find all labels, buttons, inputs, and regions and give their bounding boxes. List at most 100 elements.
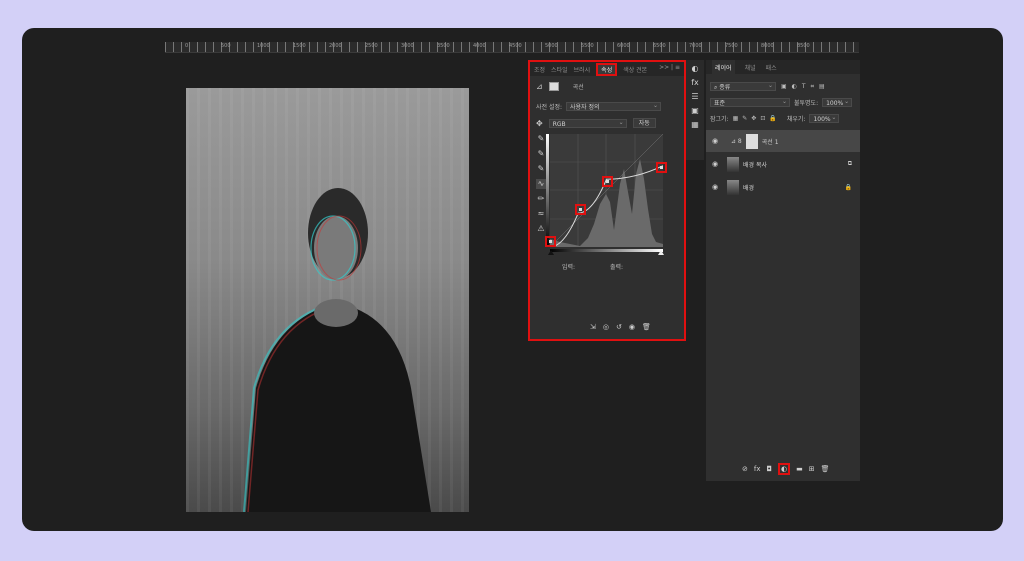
tab-layers[interactable]: 레이어: [712, 59, 735, 75]
ruler-tick-label: 6500: [653, 43, 666, 49]
layer-type-label: 곡선: [572, 84, 584, 91]
white-point-slider-icon[interactable]: [658, 250, 664, 255]
clipping-warning-icon[interactable]: ⚠: [536, 224, 546, 234]
ruler-tick-label: 3000: [401, 43, 414, 49]
curves-icon: ⊿: [536, 82, 543, 91]
curve-point-tool-icon[interactable]: ∿: [536, 179, 546, 189]
curves-graph[interactable]: [545, 133, 667, 248]
fx-icon[interactable]: fx: [754, 465, 761, 473]
ruler-tick-label: 500: [221, 43, 231, 49]
curve-point-3[interactable]: [656, 162, 667, 173]
fill-input[interactable]: 100%: [809, 113, 840, 123]
pencil-icon[interactable]: ✏: [536, 194, 546, 204]
tab-adjustments[interactable]: 조정: [534, 65, 545, 74]
visibility-icon[interactable]: ◉: [629, 323, 635, 331]
layer-thumbnail[interactable]: [727, 156, 739, 172]
ruler-tick-label: 3500: [437, 43, 450, 49]
tab-paths[interactable]: 패스: [766, 63, 777, 72]
portrait-photo: [243, 188, 431, 512]
fill-label: 채우기:: [786, 116, 806, 123]
new-layer-icon[interactable]: ⊞: [809, 465, 815, 473]
eyedropper-black-icon[interactable]: ✎: [536, 134, 546, 144]
add-mask-icon[interactable]: ◘: [766, 465, 772, 473]
visibility-eye-icon[interactable]: ◉: [709, 160, 721, 168]
view-previous-icon[interactable]: ◎: [603, 323, 609, 331]
new-adjustment-layer-icon[interactable]: ◐: [778, 463, 791, 475]
layer-row-bg-copy[interactable]: ◉ 배경 복사 ⧉: [706, 153, 860, 175]
curve-svg[interactable]: [549, 133, 664, 248]
filter-type-icon[interactable]: T: [802, 83, 806, 90]
ruler-tick-label: 1500: [293, 43, 306, 49]
lock-move-icon[interactable]: ✥: [751, 115, 756, 122]
sliders-icon[interactable]: ☰: [690, 92, 700, 102]
input-gradient: [550, 249, 663, 252]
delete-icon[interactable]: 🗑: [642, 323, 651, 331]
layer-thumbnail[interactable]: [727, 179, 739, 195]
eyedropper-white-icon[interactable]: ✎: [536, 164, 546, 174]
curve-point-0[interactable]: [545, 236, 556, 247]
filter-shape-icon[interactable]: ⌗: [811, 83, 814, 91]
lock-artboard-icon[interactable]: ⊡: [760, 115, 765, 122]
channel-select[interactable]: RGB: [548, 118, 627, 128]
properties-panel: 조정 스타일 브러시 속성 색상 견본 >> | ≡ ⊿ 곡선 사전 설정: 사…: [528, 60, 686, 341]
curve-tools: ✎ ✎ ✎ ∿ ✏ ≈ ⚠: [536, 134, 546, 239]
ruler-tick-label: 5500: [581, 43, 594, 49]
layer-row-background[interactable]: ◉ 배경 🔒: [706, 176, 860, 198]
grid-icon[interactable]: ▦: [690, 120, 700, 130]
curves-adjust-icon: ⊿ 8: [731, 137, 742, 145]
blend-mode-select[interactable]: 표준: [710, 97, 790, 107]
filter-adjust-icon[interactable]: ◐: [792, 83, 797, 90]
ruler-tick-label: 8000: [761, 43, 774, 49]
layer-row-curves[interactable]: ◉ ⊿ 8 곡선 1: [706, 130, 860, 152]
layer-name[interactable]: 배경 복사: [743, 160, 767, 169]
adjustments-icon[interactable]: ◐: [690, 64, 700, 74]
clip-to-layer-icon[interactable]: ⇲: [590, 323, 596, 331]
delete-layer-icon[interactable]: 🗑: [821, 465, 830, 473]
visibility-eye-icon[interactable]: ◉: [709, 137, 721, 145]
new-group-icon[interactable]: ▬: [796, 465, 803, 473]
filter-pixel-icon[interactable]: ▣: [781, 83, 787, 90]
black-point-slider-icon[interactable]: [548, 250, 554, 255]
layer-name[interactable]: 곡선 1: [762, 137, 779, 146]
layer-name[interactable]: 배경: [743, 183, 754, 192]
visibility-eye-icon[interactable]: ◉: [709, 183, 721, 191]
styles-fx-icon[interactable]: fx: [690, 78, 700, 88]
input-label: 입력:: [562, 264, 576, 271]
smooth-icon[interactable]: ≈: [536, 209, 546, 219]
lock-transparent-icon[interactable]: ▦: [733, 115, 739, 122]
ruler-tick-label: 7500: [725, 43, 738, 49]
eyedropper-gray-icon[interactable]: ✎: [536, 149, 546, 159]
kind-filter-select[interactable]: ⌕ 종류: [710, 81, 776, 91]
ruler-tick-label: 1000: [257, 43, 270, 49]
curve-point-1[interactable]: [575, 204, 586, 215]
tab-swatches[interactable]: 색상 견본: [623, 65, 647, 74]
preset-select[interactable]: 사용자 정의: [566, 101, 662, 111]
target-adjust-icon[interactable]: ✥: [536, 119, 543, 128]
link-layers-icon[interactable]: ⊘: [742, 465, 748, 473]
tab-properties[interactable]: 속성: [596, 62, 618, 76]
ruler-tick-label: 7000: [689, 43, 702, 49]
lock-paint-icon[interactable]: ✎: [742, 115, 747, 122]
tab-styles[interactable]: 스타일: [551, 65, 568, 74]
properties-footer: ⇲ ◎ ↺ ◉ 🗑: [590, 323, 651, 331]
reset-icon[interactable]: ↺: [616, 323, 622, 331]
preset-label: 사전 설정:: [536, 104, 563, 111]
layer-mask-thumbnail[interactable]: [745, 133, 758, 149]
ruler-tick-label: 2500: [365, 43, 378, 49]
tab-brush[interactable]: 브러시: [574, 65, 591, 74]
filter-smart-icon[interactable]: ▤: [819, 83, 825, 90]
smart-object-icon: ⧉: [847, 160, 852, 167]
panel-menu-icon[interactable]: >> | ≡: [659, 64, 680, 71]
opacity-input[interactable]: 100%: [822, 97, 853, 107]
auto-button[interactable]: 자동: [632, 118, 656, 128]
ruler-tick-label: 6000: [617, 43, 630, 49]
output-gradient: [546, 134, 549, 247]
curve-point-2[interactable]: [602, 176, 613, 187]
lock-icon: 🔒: [844, 183, 852, 191]
lock-label: 잠그기:: [710, 116, 729, 123]
canvas-image[interactable]: [186, 88, 469, 512]
tab-channels[interactable]: 채널: [745, 63, 756, 72]
image-icon[interactable]: ▣: [690, 106, 700, 116]
lock-all-icon[interactable]: 🔒: [769, 115, 776, 122]
mask-icon[interactable]: [548, 82, 559, 91]
